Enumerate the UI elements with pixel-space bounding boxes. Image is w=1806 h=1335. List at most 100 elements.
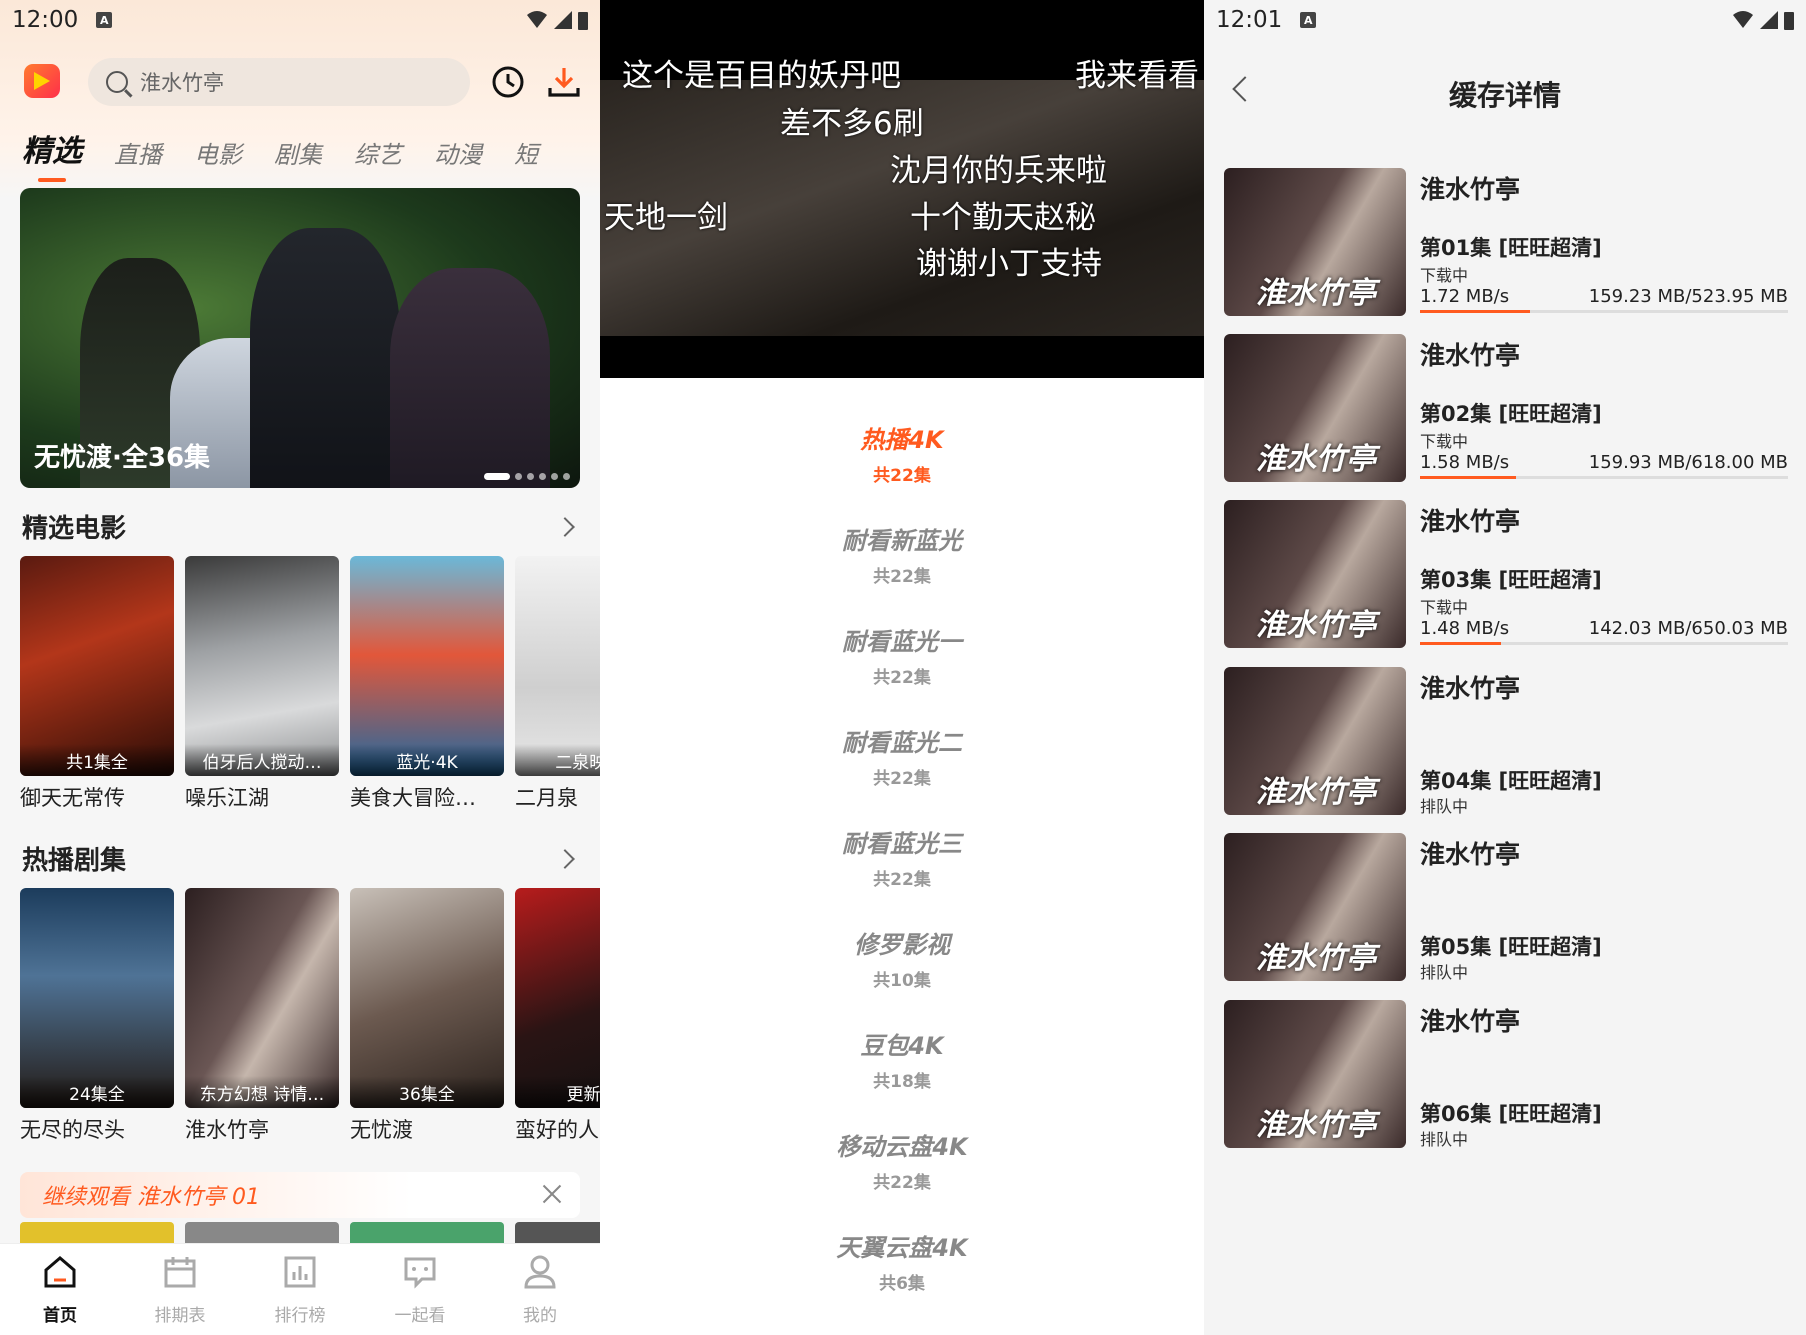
movie-title: 美食大冒险… [350,786,476,810]
movie-row: 共1集全 御天无常传 伯牙后人搅动… 噪乐江湖 蓝光·4K 美食大冒险… 二泉映… [20,556,600,812]
tab-featured[interactable]: 精选 [22,126,82,182]
status-time: 12:01 [1216,7,1283,33]
source-item[interactable]: 移动云盘4K 共22集 [600,1127,1204,1228]
series-poster: 东方幻想 诗情… [185,888,339,1108]
wifi-icon [527,11,547,28]
movie-card[interactable]: 共1集全 御天无常传 [20,556,174,812]
nav-watch-together[interactable]: 一起看 [360,1244,480,1335]
download-item[interactable]: 淮水竹亭 淮水竹亭 第06集 [旺旺超清] 排队中 [1224,1000,1788,1149]
search-icon [106,71,128,93]
tab-anime[interactable]: 动漫 [434,135,482,170]
app-logo[interactable] [24,64,60,98]
source-item[interactable]: 耐看蓝光二 共22集 [600,723,1204,824]
banner-caption: 无忧渡·全36集 [34,443,211,473]
close-icon[interactable] [542,1184,562,1204]
download-episode: 第01集 [旺旺超清] [1420,236,1602,260]
source-item[interactable]: 豆包4K 共18集 [600,1026,1204,1127]
episode-thumbnail: 淮水竹亭 [1224,500,1406,648]
hero-banner[interactable]: 无忧渡·全36集 [20,188,580,488]
source-count: 共22集 [873,1173,931,1193]
poster-badge: 伯牙后人搅动… [185,744,339,776]
source-list: 热播4K 共22集 耐看新蓝光 共22集 耐看蓝光一 共22集 耐看蓝光二 共22集 耐… [600,420,1204,1329]
search-bar[interactable]: 淮水竹亭 [88,58,470,106]
series-card[interactable]: 更新至 蛮好的人 [515,888,600,1144]
movie-card[interactable]: 二泉映月· 二月泉 [515,556,600,812]
source-item[interactable]: 耐看蓝光一 共22集 [600,622,1204,723]
download-speed: 1.72 MB/s [1420,286,1510,307]
status-time: 12:00 [12,7,79,33]
series-card[interactable]: 24集全 无尽的尽头 [20,888,174,1144]
movie-card[interactable]: 伯牙后人搅动… 噪乐江湖 [185,556,339,812]
tab-movies[interactable]: 电影 [194,135,242,170]
episode-thumbnail: 淮水竹亭 [1224,1000,1406,1148]
home-icon [44,1256,76,1288]
source-item[interactable]: 天翼云盘4K 共6集 [600,1228,1204,1329]
movie-card[interactable]: 蓝光·4K 美食大冒险… [350,556,504,812]
history-icon[interactable] [490,64,526,100]
status-bar: 12:01 A [1204,0,1806,40]
status-bar: 12:00 A [0,0,600,40]
download-item[interactable]: 淮水竹亭 淮水竹亭 第04集 [旺旺超清] 排队中 [1224,667,1788,816]
thumbnail-title: 淮水竹亭 [1256,775,1376,810]
banner-figure [250,228,400,488]
progress-bar [1420,476,1788,479]
chevron-right-icon[interactable] [555,849,575,869]
download-episode: 第03集 [旺旺超清] [1420,568,1602,592]
series-title: 无忧渡 [350,1118,413,1142]
nav-profile[interactable]: 我的 [480,1244,600,1335]
movie-poster: 蓝光·4K [350,556,504,776]
download-status: 排队中 [1420,797,1469,816]
poster-badge: 蓝光·4K [350,744,504,776]
source-name: 移动云盘4K [836,1133,968,1161]
download-status: 排队中 [1420,963,1469,982]
download-item[interactable]: 淮水竹亭 淮水竹亭 第02集 [旺旺超清] 下载中 1.58 MB/s 159.93 MB… [1224,334,1788,482]
download-item[interactable]: 淮水竹亭 淮水竹亭 第01集 [旺旺超清] 下载中 1.72 MB/s 159.23 MB… [1224,168,1788,316]
source-item[interactable]: 耐看蓝光三 共22集 [600,824,1204,925]
tab-live[interactable]: 直播 [114,135,162,170]
series-title: 淮水竹亭 [185,1118,269,1142]
poster-badge: 共1集全 [20,744,174,776]
nav-schedule[interactable]: 排期表 [120,1244,240,1335]
category-tabs: 精选 直播 电影 剧集 综艺 动漫 短 [0,120,600,182]
thumbnail-title: 淮水竹亭 [1256,608,1376,643]
notification-icon: A [1300,12,1317,28]
tab-short[interactable]: 短 [514,135,538,170]
chevron-right-icon[interactable] [555,517,575,537]
tab-variety[interactable]: 综艺 [354,135,402,170]
source-item[interactable]: 修罗影视 共10集 [600,925,1204,1026]
download-size: 159.23 MB/523.95 MB [1588,286,1788,307]
continue-watching-bar[interactable]: 继续观看 淮水竹亭 01 [20,1172,580,1218]
continue-thumbnails [20,1222,600,1244]
download-title: 淮水竹亭 [1420,674,1521,703]
series-card[interactable]: 东方幻想 诗情… 淮水竹亭 [185,888,339,1144]
download-item[interactable]: 淮水竹亭 淮水竹亭 第05集 [旺旺超清] 排队中 [1224,833,1788,982]
section-title-movies: 精选电影 [22,514,127,544]
source-name: 耐看蓝光一 [842,628,962,656]
download-episode: 第04集 [旺旺超清] [1420,769,1602,793]
source-name: 耐看蓝光三 [842,830,962,858]
download-item[interactable]: 淮水竹亭 淮水竹亭 第03集 [旺旺超清] 下载中 1.48 MB/s 142.03 MB… [1224,500,1788,648]
download-episode: 第02集 [旺旺超清] [1420,402,1602,426]
danmaku-comment: 十个勤天赵秘 [910,200,1096,236]
source-count: 共6集 [879,1274,925,1294]
series-card[interactable]: 36集全 无忧渡 [350,888,504,1144]
nav-label: 排行榜 [274,1306,326,1326]
nav-ranking[interactable]: 排行榜 [240,1244,360,1335]
movie-poster: 伯牙后人搅动… [185,556,339,776]
video-player[interactable]: 这个是百目的妖丹吧 我来看看 差不多6刷 沈月你的兵来啦 天地一剑 十个勤天赵秘… [600,0,1204,378]
calendar-icon [164,1257,196,1288]
tab-series[interactable]: 剧集 [274,135,322,170]
download-title: 淮水竹亭 [1420,1007,1521,1036]
series-poster: 更新至 [515,888,600,1108]
danmaku-comment: 我来看看 [1075,58,1199,94]
series-title: 蛮好的人 [515,1118,599,1142]
progress-bar [1420,642,1788,645]
source-item[interactable]: 耐看新蓝光 共22集 [600,521,1204,622]
source-name: 天翼云盘4K [836,1234,968,1262]
danmaku-comment: 沈月你的兵来啦 [890,153,1107,189]
source-item[interactable]: 热播4K 共22集 [600,420,1204,521]
progress-fill [1420,310,1531,313]
download-icon[interactable] [546,64,582,100]
progress-fill [1420,642,1501,645]
nav-home[interactable]: 首页 [0,1244,120,1335]
